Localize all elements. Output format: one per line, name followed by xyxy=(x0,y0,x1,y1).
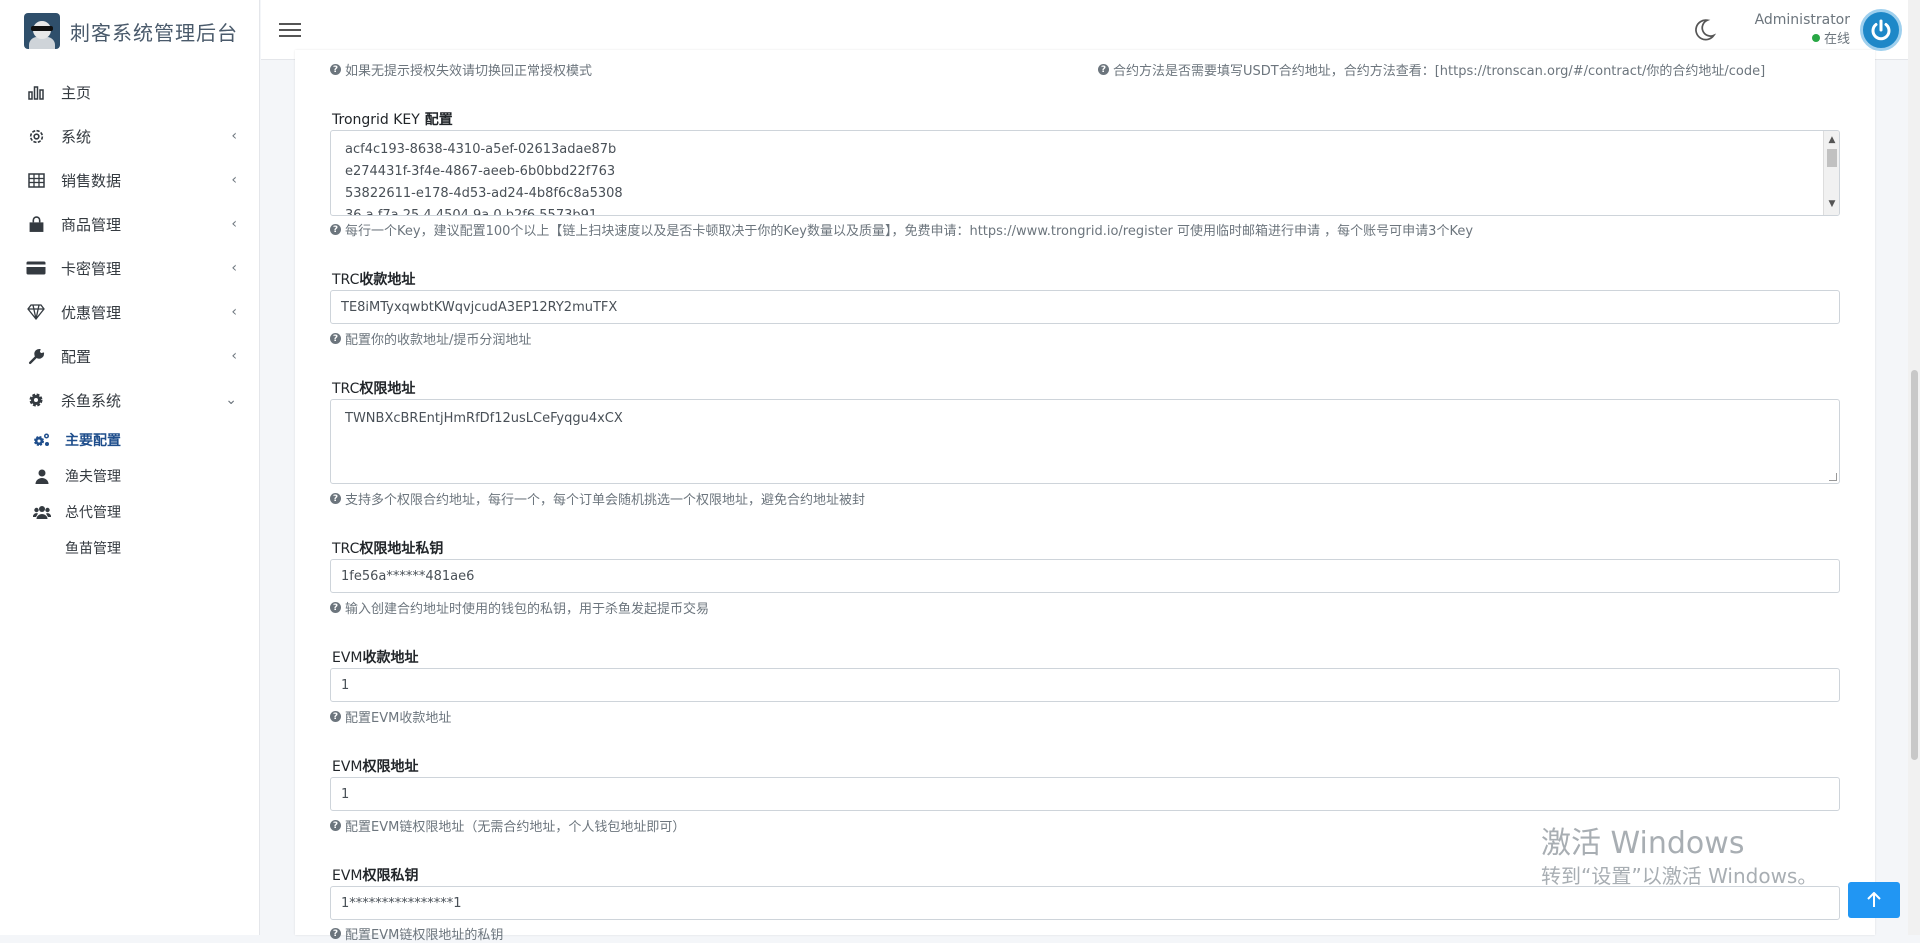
trc-receive-address-input[interactable]: TE8iMTyxqwbtKWqvjcudA3EP12RY2muTFX xyxy=(330,290,1840,324)
help-text: ? 输入创建合约地址时使用的钱包的私钥，用于杀鱼发起提币交易 xyxy=(330,598,709,617)
evm-receive-address-input[interactable]: 1 xyxy=(330,668,1840,702)
sidebar-item-products[interactable]: 商品管理 ‹ xyxy=(0,202,259,246)
sidebar-item-label: 系统 xyxy=(61,127,92,146)
moon-icon[interactable] xyxy=(1691,17,1717,43)
sidebar-item-label: 杀鱼系统 xyxy=(61,391,122,410)
sidebar-subitem-fry[interactable]: 鱼苗管理 xyxy=(0,530,259,566)
online-dot-icon xyxy=(1811,33,1820,42)
status-text: 在线 xyxy=(1823,32,1850,47)
field-label: Trongrid KEY 配置 xyxy=(332,112,453,128)
sidebar-subitem-label: 渔夫管理 xyxy=(65,469,121,485)
textarea-scrollbar[interactable]: ▲ ▼ xyxy=(1823,131,1839,215)
sidebar-nav: 主页 系统 ‹ 销售数据 ‹ 商品管理 ‹ 卡密管理 ‹ 优惠管理 ‹ 配置 ‹… xyxy=(0,62,259,566)
sidebar-subitem-main-config[interactable]: 主要配置 xyxy=(0,422,259,458)
help-text: ? 支持多个权限合约地址，每行一个，每个订单会随机挑选一个权限地址，避免合约地址… xyxy=(330,489,865,508)
field-label: EVM权限地址 xyxy=(332,759,419,775)
sidebar-item-system[interactable]: 系统 ‹ xyxy=(0,114,259,158)
question-icon: ? xyxy=(330,928,341,939)
chevron-down-icon: ⌄ xyxy=(225,392,237,408)
sidebar-subitem-fishermen[interactable]: 渔夫管理 xyxy=(0,458,259,494)
trongrid-key-textarea[interactable]: acf4c193-8638-4310-a5ef-02613adae87b e27… xyxy=(330,130,1840,216)
help-text: ? 配置EVM链权限地址（无需合约地址，个人钱包地址即可） xyxy=(330,816,685,835)
brand-logo xyxy=(24,13,60,49)
question-icon: ? xyxy=(330,820,341,831)
question-icon: ? xyxy=(330,333,341,344)
brand-title: 刺客系统管理后台 xyxy=(70,20,238,45)
users-icon xyxy=(33,503,51,521)
sidebar-subitem-label: 鱼苗管理 xyxy=(65,541,121,557)
sidebar-item-home[interactable]: 主页 xyxy=(0,70,259,114)
sidebar-subitem-label: 总代管理 xyxy=(65,505,121,521)
sidebar: 刺客系统管理后台 主页 系统 ‹ 销售数据 ‹ 商品管理 ‹ 卡密管理 ‹ 优惠… xyxy=(0,0,260,935)
table-icon xyxy=(26,170,46,190)
chevron-left-icon: ‹ xyxy=(231,260,237,276)
shopping-bag-icon xyxy=(26,214,46,234)
menu-toggle-icon[interactable] xyxy=(279,19,301,41)
evm-permission-address-input[interactable]: 1 xyxy=(330,777,1840,811)
question-icon: ? xyxy=(330,711,341,722)
sidebar-item-label: 卡密管理 xyxy=(61,259,122,278)
page-scrollbar[interactable] xyxy=(1908,0,1920,935)
sidebar-item-sales[interactable]: 销售数据 ‹ xyxy=(0,158,259,202)
user-info[interactable]: Administrator 在线 xyxy=(1755,12,1850,47)
question-icon: ? xyxy=(330,224,341,235)
gear-icon xyxy=(26,126,46,146)
question-icon: ? xyxy=(330,602,341,613)
field-label: TRC权限地址 xyxy=(332,381,416,397)
field-label: EVM权限私钥 xyxy=(332,868,419,884)
chevron-left-icon: ‹ xyxy=(231,348,237,364)
sidebar-item-cards[interactable]: 卡密管理 ‹ xyxy=(0,246,259,290)
resize-handle[interactable] xyxy=(1829,473,1837,481)
chevron-left-icon: ‹ xyxy=(231,216,237,232)
question-icon: ? xyxy=(330,493,341,504)
bar-chart-icon xyxy=(26,82,46,102)
credit-card-icon xyxy=(26,258,46,278)
trc-permission-key-input[interactable]: 1fe56a******481ae6 xyxy=(330,559,1840,593)
sidebar-item-fish-system[interactable]: 杀鱼系统 ⌄ xyxy=(0,378,259,422)
cog-icon xyxy=(26,390,46,410)
help-text: ? 合约方法是否需要填写USDT合约地址，合约方法查看：[https://tro… xyxy=(1098,60,1765,79)
header-right: Administrator 在线 xyxy=(1691,8,1902,51)
power-icon[interactable] xyxy=(1860,8,1902,51)
sidebar-item-config[interactable]: 配置 ‹ xyxy=(0,334,259,378)
sidebar-item-label: 销售数据 xyxy=(61,171,122,190)
sidebar-item-label: 配置 xyxy=(61,347,92,366)
help-text: ? 配置EVM收款地址 xyxy=(330,707,451,726)
cogs-icon xyxy=(33,431,51,449)
config-form-card: ? 如果无提示授权失效请切换回正常授权模式 ? 合约方法是否需要填写USDT合约… xyxy=(295,50,1875,943)
windows-watermark-title: 激活 Windows xyxy=(1541,826,1745,861)
sidebar-item-label: 优惠管理 xyxy=(61,303,122,322)
evm-permission-key-input[interactable]: 1****************1 xyxy=(330,886,1840,920)
arrow-up-icon xyxy=(1867,892,1881,907)
user-icon xyxy=(33,467,51,485)
field-label: EVM收款地址 xyxy=(332,650,419,666)
brand[interactable]: 刺客系统管理后台 xyxy=(0,0,259,62)
help-text: ? 如果无提示授权失效请切换回正常授权模式 xyxy=(330,60,592,79)
sidebar-item-label: 商品管理 xyxy=(61,215,122,234)
chevron-left-icon: ‹ xyxy=(231,172,237,188)
help-text: ? 每行一个Key，建议配置100个以上【链上扫块速度以及是否卡顿取决于你的Ke… xyxy=(330,220,1473,239)
field-label: TRC收款地址 xyxy=(332,272,416,288)
question-icon: ? xyxy=(330,64,341,75)
back-to-top-button[interactable] xyxy=(1848,882,1900,918)
windows-watermark-subtitle: 转到“设置”以激活 Windows。 xyxy=(1541,864,1818,888)
diamond-icon xyxy=(26,302,46,322)
question-icon: ? xyxy=(1098,64,1109,75)
chevron-left-icon: ‹ xyxy=(231,304,237,320)
help-text: ? 配置你的收款地址/提币分润地址 xyxy=(330,329,531,348)
field-label: TRC权限地址私钥 xyxy=(332,541,444,557)
sidebar-subitem-label: 主要配置 xyxy=(65,433,121,449)
sidebar-item-coupons[interactable]: 优惠管理 ‹ xyxy=(0,290,259,334)
user-name: Administrator xyxy=(1754,12,1850,28)
wrench-icon xyxy=(26,346,46,366)
chevron-left-icon: ‹ xyxy=(231,128,237,144)
sidebar-item-label: 主页 xyxy=(61,83,92,102)
sidebar-subitem-agents[interactable]: 总代管理 xyxy=(0,494,259,530)
help-text: ? 配置EVM链权限地址的私钥 xyxy=(330,924,503,943)
trc-permission-address-textarea[interactable]: TWNBXcBREntjHmRfDf12usLCeFyqgu4xCX xyxy=(330,399,1840,484)
user-status: 在线 xyxy=(1755,28,1850,47)
